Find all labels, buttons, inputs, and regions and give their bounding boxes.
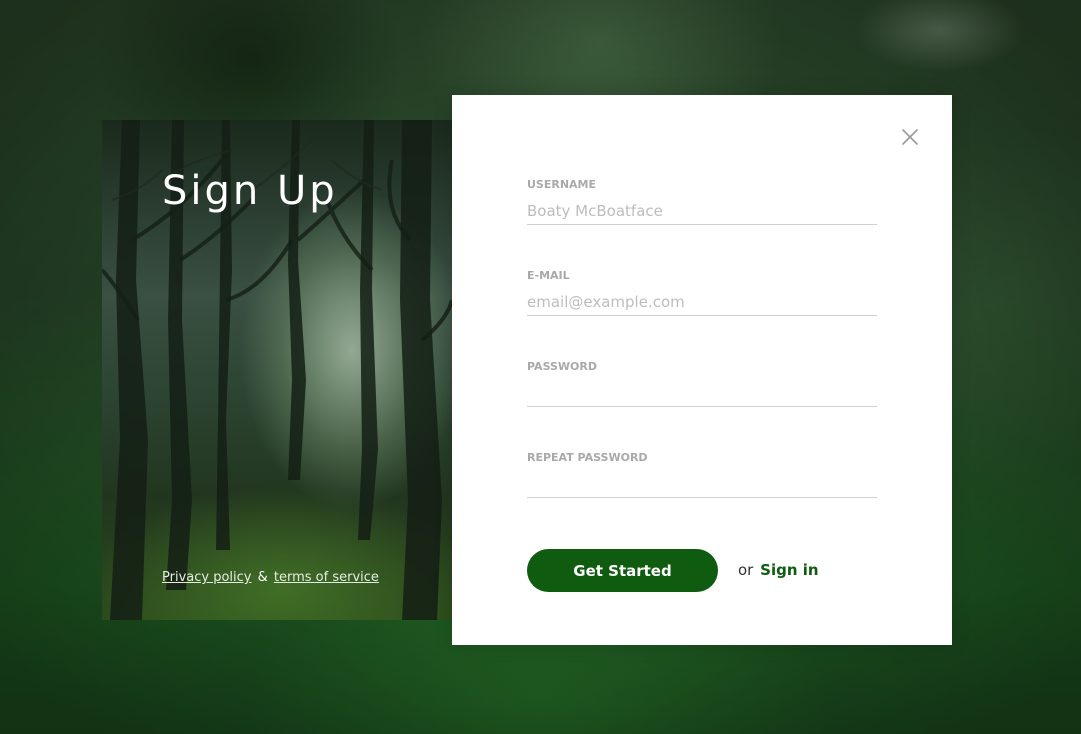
email-label: E-MAIL [527,269,570,282]
terms-of-service-link[interactable]: terms of service [274,570,379,585]
repeat-password-field: REPEAT PASSWORD [527,451,877,498]
get-started-button[interactable]: Get Started [527,549,718,592]
signup-form-panel: USERNAME E-MAIL PASSWORD REPEAT PASSWORD… [452,95,952,645]
email-field: E-MAIL [527,269,877,316]
username-label: USERNAME [527,178,597,191]
sign-in-link[interactable]: Sign in [760,561,818,579]
password-label: PASSWORD [527,360,598,373]
links-separator: & [257,570,268,585]
close-icon [902,129,918,145]
repeat-password-label: REPEAT PASSWORD [527,451,648,464]
username-input[interactable] [527,201,877,225]
legal-links: Privacy policy & terms of service [162,570,379,585]
privacy-policy-link[interactable]: Privacy policy [162,570,251,585]
repeat-password-input[interactable] [527,474,877,498]
hero-image-panel: Sign Up Privacy policy & terms of servic… [102,120,452,620]
email-input[interactable] [527,292,877,316]
signin-prefix: or [738,561,754,579]
signin-prompt: or Sign in [738,561,819,579]
password-field: PASSWORD [527,360,877,407]
close-button[interactable] [900,127,920,147]
page-title: Sign Up [162,168,338,214]
password-input[interactable] [527,383,877,407]
username-field: USERNAME [527,178,877,225]
